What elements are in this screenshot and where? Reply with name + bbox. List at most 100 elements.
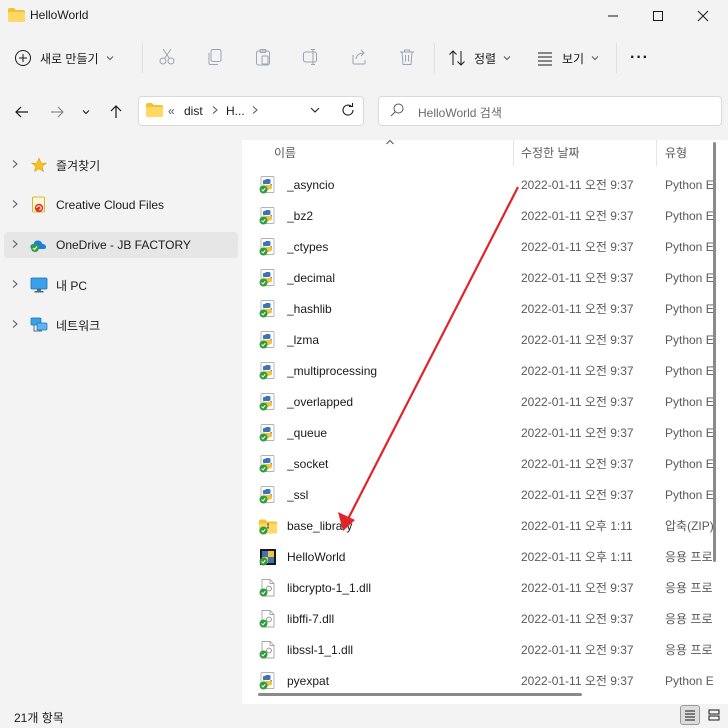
folder-icon bbox=[8, 8, 25, 22]
file-row[interactable]: pyexpat 2022-01-11 오전 9:37 Python Ext bbox=[253, 665, 713, 696]
file-row[interactable]: _overlapped 2022-01-11 오전 9:37 Python Ext bbox=[253, 386, 713, 417]
horizontal-scrollbar[interactable] bbox=[258, 693, 582, 696]
column-divider[interactable] bbox=[656, 140, 657, 166]
file-type: Python Ext bbox=[665, 394, 713, 409]
forward-button[interactable] bbox=[45, 100, 69, 124]
nav-item-network[interactable]: 네트워크 bbox=[4, 312, 238, 338]
breadcrumb-helloworld[interactable]: H... bbox=[226, 104, 245, 118]
file-date-modified: 2022-01-11 오전 9:37 bbox=[521, 612, 634, 626]
file-row[interactable]: libssl-1_1.dll 2022-01-11 오전 9:37 응용 프로 bbox=[253, 634, 713, 665]
up-button[interactable] bbox=[104, 100, 128, 124]
view-button[interactable]: 보기 bbox=[536, 40, 600, 76]
file-row[interactable]: _lzma 2022-01-11 오전 9:37 Python Ext bbox=[253, 324, 713, 355]
maximize-icon bbox=[653, 11, 663, 21]
file-type: 압축(ZIP) bbox=[665, 519, 713, 533]
refresh-icon bbox=[342, 103, 354, 116]
plus-circle-icon bbox=[15, 50, 31, 66]
file-row[interactable]: _decimal 2022-01-11 오전 9:37 Python Ext bbox=[253, 262, 713, 293]
file-name: _hashlib bbox=[287, 301, 332, 316]
new-button[interactable]: 새로 만들기 bbox=[14, 40, 115, 76]
file-date-modified: 2022-01-11 오전 9:37 bbox=[521, 674, 634, 688]
file-date-modified: 2022-01-11 오후 1:11 bbox=[521, 519, 633, 533]
minimize-button[interactable] bbox=[590, 0, 636, 32]
file-type: Python Ext bbox=[665, 177, 713, 192]
rename-icon[interactable] bbox=[302, 48, 320, 66]
nav-item-favorites[interactable]: 즐겨찾기 bbox=[4, 152, 238, 178]
file-row[interactable]: HelloWorld 2022-01-11 오후 1:11 응용 프로 bbox=[253, 541, 713, 572]
file-row[interactable]: _ctypes 2022-01-11 오전 9:37 Python Ext bbox=[253, 231, 713, 262]
nav-item-this-pc[interactable]: 내 PC bbox=[4, 272, 238, 298]
file-row[interactable]: _bz2 2022-01-11 오전 9:37 Python Ext bbox=[253, 200, 713, 231]
python-icon bbox=[259, 206, 277, 225]
navigation-pane bbox=[0, 140, 242, 704]
file-row[interactable]: _hashlib 2022-01-11 오전 9:37 Python Ext bbox=[253, 293, 713, 324]
details-view-button[interactable] bbox=[680, 705, 700, 725]
python-icon bbox=[259, 330, 277, 349]
column-divider[interactable] bbox=[513, 140, 514, 166]
file-row[interactable]: base_library 2022-01-11 오후 1:11 압축(ZIP) bbox=[253, 510, 713, 541]
exe-icon bbox=[259, 548, 277, 566]
file-row[interactable]: _asyncio 2022-01-11 오전 9:37 Python Ext bbox=[253, 169, 713, 200]
file-row[interactable]: _multiprocessing 2022-01-11 오전 9:37 Python… bbox=[253, 355, 713, 386]
item-count: 21개 항목 bbox=[14, 711, 64, 725]
file-row[interactable]: libffi-7.dll 2022-01-11 오전 9:37 응용 프로 bbox=[253, 603, 713, 634]
address-history-dropdown[interactable] bbox=[309, 104, 321, 119]
new-label: 새로 만들기 bbox=[40, 51, 99, 66]
paste-icon[interactable] bbox=[254, 48, 272, 66]
sort-button[interactable]: 정렬 bbox=[448, 40, 512, 76]
copy-icon[interactable] bbox=[206, 48, 224, 66]
column-header-name[interactable]: 이름 bbox=[274, 144, 296, 161]
nav-item-onedrive[interactable]: OneDrive - JB FACTORY bbox=[4, 232, 238, 258]
column-header-date[interactable]: 수정한 날짜 bbox=[521, 144, 580, 161]
minimize-icon bbox=[608, 15, 618, 17]
file-row[interactable]: _socket 2022-01-11 오전 9:37 Python Ext bbox=[253, 448, 713, 479]
file-name: _socket bbox=[287, 456, 329, 471]
window-title: HelloWorld bbox=[30, 8, 89, 22]
search-placeholder: HelloWorld 검색 bbox=[418, 106, 502, 120]
chevron-right-icon[interactable] bbox=[4, 239, 26, 252]
file-date-modified: 2022-01-11 오전 9:37 bbox=[521, 302, 634, 316]
chevron-down-icon bbox=[591, 56, 599, 61]
chevron-right-icon bbox=[212, 106, 218, 114]
maximize-button[interactable] bbox=[635, 0, 681, 32]
file-date-modified: 2022-01-11 오전 9:37 bbox=[521, 395, 634, 409]
file-type: 응용 프로 bbox=[665, 612, 713, 626]
file-name: HelloWorld bbox=[287, 549, 346, 564]
breadcrumb-overflow[interactable]: « bbox=[168, 104, 175, 118]
toolbar-divider bbox=[142, 43, 143, 73]
nav-item-label: OneDrive - JB FACTORY bbox=[56, 238, 191, 252]
close-button[interactable] bbox=[680, 0, 726, 32]
file-date-modified: 2022-01-11 오전 9:37 bbox=[521, 426, 634, 440]
more-options-button[interactable]: ··· bbox=[630, 40, 649, 76]
chevron-right-icon[interactable] bbox=[4, 199, 26, 212]
search-icon bbox=[390, 103, 404, 120]
cut-icon[interactable] bbox=[158, 48, 176, 66]
recent-locations-button[interactable] bbox=[76, 100, 96, 124]
tiles-view-button[interactable] bbox=[704, 705, 724, 725]
file-name: _decimal bbox=[287, 270, 336, 285]
nav-item-creative-cloud-files[interactable]: Creative Cloud Files bbox=[4, 192, 238, 218]
nav-item-label: Creative Cloud Files bbox=[56, 198, 165, 212]
breadcrumb-dist[interactable]: dist bbox=[184, 104, 203, 118]
back-button[interactable] bbox=[10, 100, 34, 124]
delete-icon[interactable] bbox=[398, 48, 416, 66]
file-type: Python Ext bbox=[665, 239, 713, 254]
file-row[interactable]: libcrypto-1_1.dll 2022-01-11 오전 9:37 응용 프로 bbox=[253, 572, 713, 603]
file-name: _ctypes bbox=[287, 239, 329, 254]
file-type: Python Ext bbox=[665, 487, 713, 502]
vertical-scrollbar[interactable] bbox=[713, 142, 716, 562]
refresh-button[interactable] bbox=[340, 102, 356, 121]
python-icon bbox=[259, 268, 277, 287]
file-row[interactable]: _queue 2022-01-11 오전 9:37 Python Ext bbox=[253, 417, 713, 448]
chevron-right-icon[interactable] bbox=[4, 319, 26, 332]
share-icon[interactable] bbox=[350, 48, 368, 66]
column-header-type[interactable]: 유형 bbox=[665, 144, 687, 161]
chevron-right-icon[interactable] bbox=[4, 279, 26, 292]
file-type: Python Ext bbox=[665, 425, 713, 440]
status-bar bbox=[0, 704, 728, 728]
tiles-view-icon bbox=[708, 709, 720, 721]
file-date-modified: 2022-01-11 오전 9:37 bbox=[521, 333, 634, 347]
chevron-right-icon[interactable] bbox=[4, 159, 26, 172]
file-row[interactable]: _ssl 2022-01-11 오전 9:37 Python Ext bbox=[253, 479, 713, 510]
python-icon bbox=[259, 671, 277, 690]
